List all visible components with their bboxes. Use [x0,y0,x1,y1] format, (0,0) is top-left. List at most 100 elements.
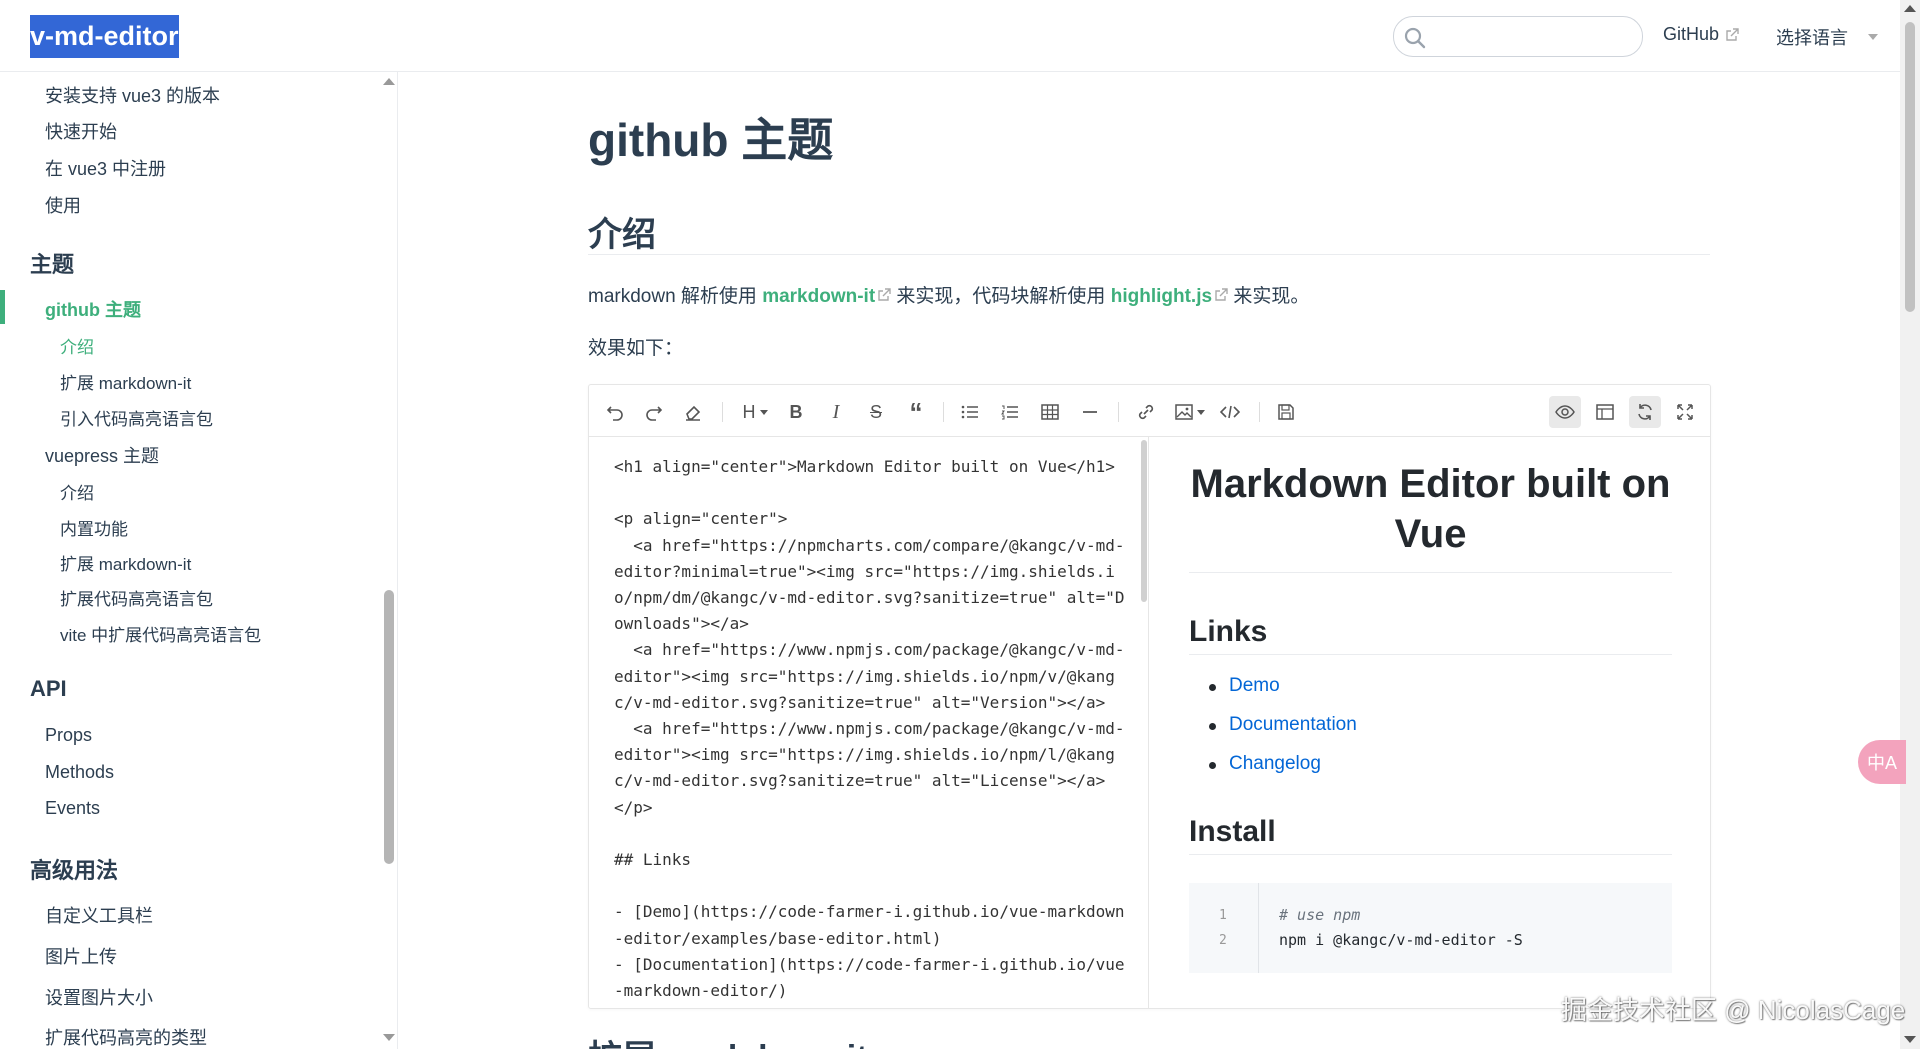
toolbar-separator [943,402,944,422]
italic-icon: I [832,400,840,423]
sidebar-item-extend-highlight[interactable]: 扩展代码高亮的类型 [45,1024,207,1049]
code-line: <a href="https://npmcharts.com/compare/@… [614,535,1125,555]
translate-button[interactable]: 中A [1858,740,1906,784]
sidebar-item-install-vue3[interactable]: 安装支持 vue3 的版本 [45,82,220,108]
editor-scrollbar-thumb[interactable] [1141,440,1147,602]
preview-install-heading: Install [1189,815,1276,848]
line-number: 2 [1219,933,1227,948]
sidebar-item-quick-start[interactable]: 快速开始 [45,118,117,144]
toc-button[interactable] [1589,396,1621,428]
sidebar-subitem-extend-lang[interactable]: 扩展代码高亮语言包 [60,585,213,610]
editor-textarea[interactable]: <h1 align="center">Markdown Editor built… [589,437,1149,1008]
toolbar-separator [722,402,723,422]
intro-paragraph: markdown 解析使用 markdown-it 来实现，代码块解析使用 hi… [588,281,1309,308]
toolbar-separator [1118,402,1119,422]
sync-icon [1638,404,1652,420]
save-button[interactable] [1270,396,1302,428]
ordered-list-button[interactable] [994,396,1026,428]
code-line: ## Links [614,850,692,869]
sidebar-scroll-down-arrow[interactable] [383,1034,395,1041]
unordered-list-button[interactable] [954,396,986,428]
preview-link-demo[interactable]: Demo [1209,675,1280,697]
sidebar-item-github-theme[interactable]: github 主题 [45,296,141,322]
redo-button[interactable] [638,396,670,428]
eye-icon [1555,405,1575,419]
code-line: c/v-md-editor.svg?sanitize=true" alt="Ve… [614,692,1106,712]
sidebar-scrollbar-thumb[interactable] [384,590,394,864]
effect-paragraph: 效果如下： [588,338,684,359]
markdown-it-link[interactable]: markdown-it [762,286,875,307]
strikethrough-button[interactable]: S [860,396,892,428]
preview-divider [1189,654,1672,655]
code-gutter [1189,883,1259,973]
external-link-icon [1215,288,1228,301]
sidebar-heading-theme[interactable]: 主题 [30,247,74,279]
sidebar-item-events[interactable]: Events [45,798,100,819]
sidebar-subitem-vuepress-intro[interactable]: 介绍 [60,479,94,504]
sidebar-item-image-upload[interactable]: 图片上传 [45,943,117,969]
hr-button[interactable] [1074,396,1106,428]
code-button[interactable] [1214,396,1246,428]
editor-preview: Markdown Editor built on Vue Links Demo … [1149,437,1710,1008]
sidebar-item-props[interactable]: Props [45,725,92,746]
search-box[interactable] [1393,16,1643,57]
clear-button[interactable] [677,396,709,428]
sidebar-scroll-up-arrow[interactable] [383,78,395,85]
heading-button[interactable]: H [733,396,777,428]
intro-text-2: 来实现，代码块解析使用 [891,286,1111,307]
image-icon [1175,404,1193,420]
sync-scroll-button[interactable] [1629,396,1661,428]
sidebar-heading-api[interactable]: API [30,676,67,702]
layout-icon [1596,404,1614,420]
sidebar-subitem-vite-lang[interactable]: vite 中扩展代码高亮语言包 [60,621,261,646]
next-heading-text: 扩展 markdown-it [588,1030,868,1049]
page-scroll-up-arrow[interactable] [1904,5,1916,12]
sidebar-item-usage[interactable]: 使用 [45,192,81,218]
image-button[interactable] [1170,396,1210,428]
fullscreen-icon [1677,404,1693,420]
code-line: <a href="https://www.npmjs.com/package/@… [614,640,1125,660]
code-line: o/npm/dm/@kangc/v-md-editor.svg?sanitize… [614,588,1125,607]
sidebar-item-vuepress-theme[interactable]: vuepress 主题 [45,442,159,468]
github-link-label: GitHub [1663,24,1720,44]
link-button[interactable] [1130,396,1162,428]
quote-button[interactable]: “ [900,396,932,428]
bold-button[interactable]: B [780,396,812,428]
sidebar-item-methods[interactable]: Methods [45,762,114,783]
preview-link-changelog[interactable]: Changelog [1209,753,1321,775]
sidebar-subitem-intro[interactable]: 介绍 [60,333,94,358]
code-line: <a href="https://www.npmjs.com/package/@… [614,719,1125,738]
italic-button[interactable]: I [820,396,852,428]
sidebar-subitem-builtin[interactable]: 内置功能 [60,515,128,540]
bold-icon: B [789,401,803,422]
caret-down-icon [759,409,768,415]
page-scrollbar-thumb[interactable] [1905,22,1915,312]
active-indicator [0,290,5,324]
search-input[interactable] [1434,23,1629,51]
table-button[interactable] [1034,396,1066,428]
intro-text-1: markdown 解析使用 [588,286,763,307]
preview-toggle-button[interactable] [1549,396,1581,428]
highlight-js-link[interactable]: highlight.js [1111,286,1212,307]
sidebar-item-custom-toolbar[interactable]: 自定义工具栏 [45,902,153,928]
horizontal-rule-icon [1083,411,1097,413]
preview-link-documentation[interactable]: Documentation [1209,714,1357,736]
undo-button[interactable] [599,396,631,428]
site-name-link[interactable]: v-md-editor [30,15,179,58]
preview-divider [1189,854,1672,855]
code-line: ownloads"></a> [614,614,749,634]
link-icon [1138,404,1154,420]
sidebar-subitem-import-lang[interactable]: 引入代码高亮语言包 [60,405,213,430]
code-line: <p align="center"> [614,509,788,529]
sidebar-subitem-extend-markdown-it[interactable]: 扩展 markdown-it [60,369,191,394]
sidebar-heading-advanced[interactable]: 高级用法 [30,853,118,885]
fullscreen-button[interactable] [1669,396,1701,428]
eraser-icon [686,405,701,421]
page-scroll-down-arrow[interactable] [1904,1036,1916,1043]
language-dropdown[interactable]: 选择语言 [1776,24,1878,50]
sidebar-item-image-size[interactable]: 设置图片大小 [45,984,153,1010]
sidebar-item-register-vue3[interactable]: 在 vue3 中注册 [45,155,166,181]
sidebar-subitem-vuepress-extend-markdown-it[interactable]: 扩展 markdown-it [60,550,191,575]
intro-heading: 介绍 [588,216,656,254]
github-link[interactable]: GitHub [1663,24,1739,45]
